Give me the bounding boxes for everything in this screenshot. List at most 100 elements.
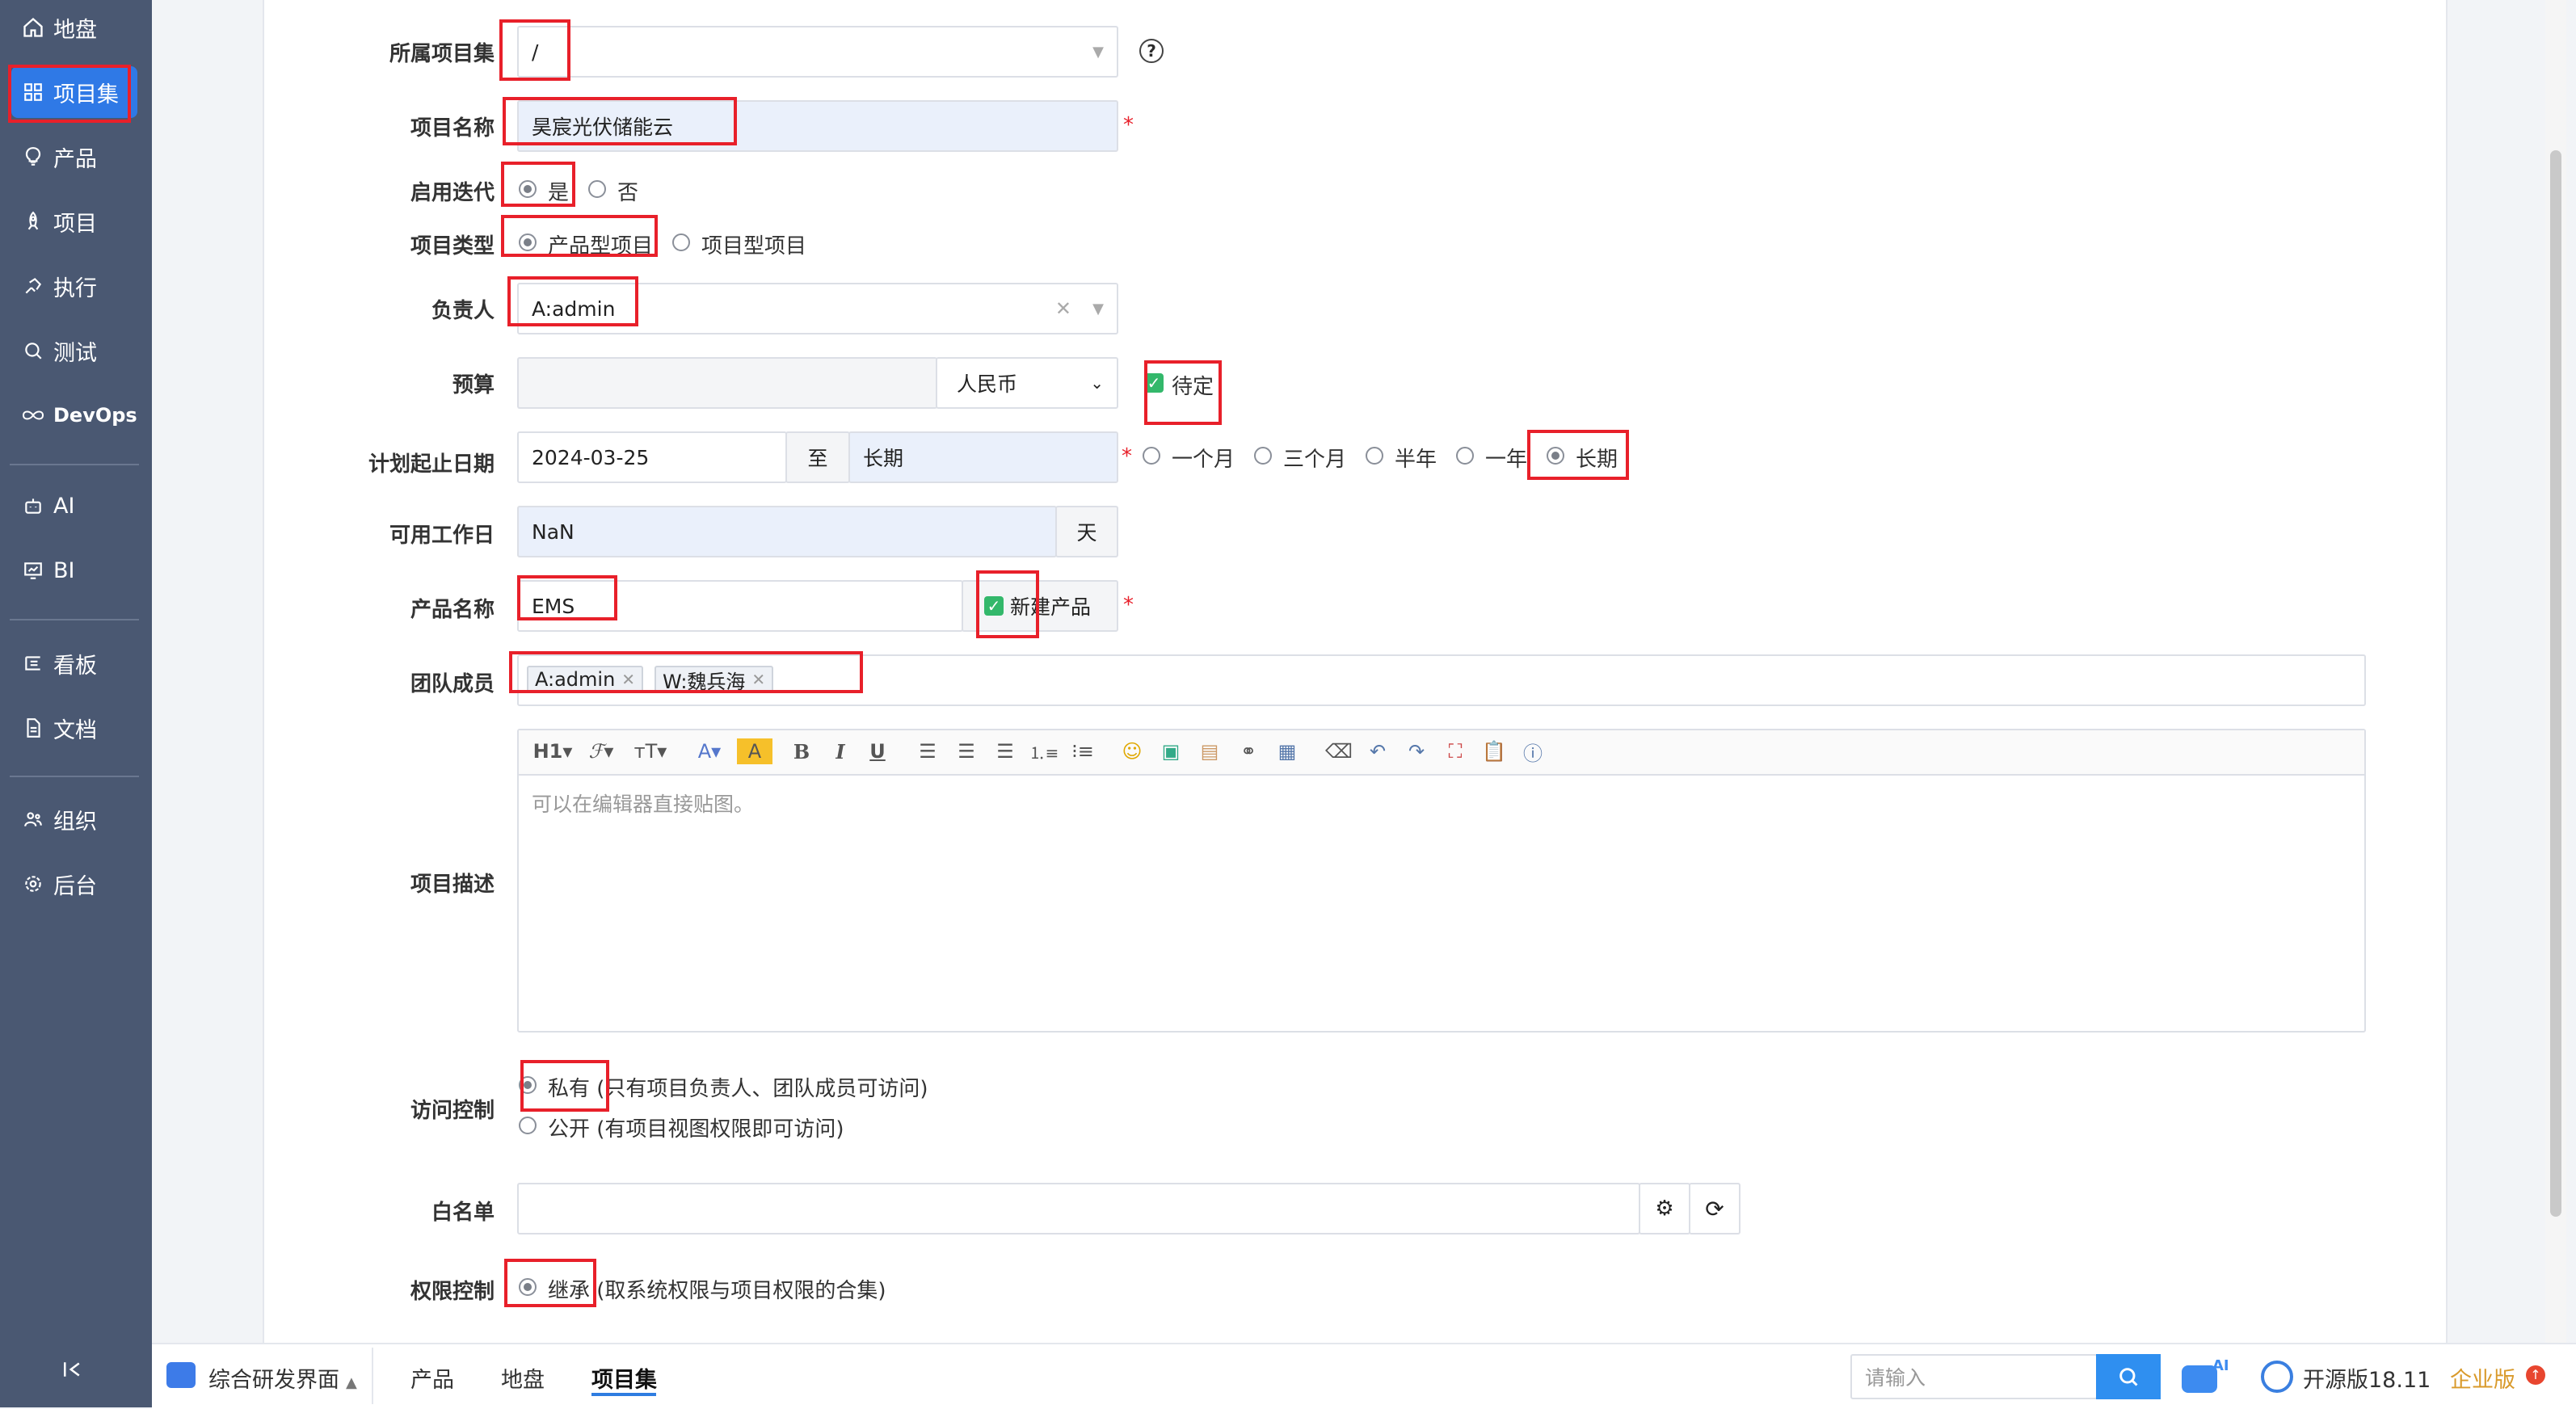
gear-icon[interactable]: ⚙ bbox=[1639, 1183, 1690, 1234]
fullscreen-icon[interactable]: ⛶ bbox=[1442, 735, 1469, 768]
sidebar-item-ai[interactable]: AI bbox=[11, 480, 137, 532]
budget-label: 预算 bbox=[452, 373, 495, 397]
member-tag[interactable]: W:魏兵海 ✕ bbox=[655, 666, 774, 693]
preset-1y-radio[interactable] bbox=[1456, 447, 1474, 465]
align-center-icon[interactable]: ☰ bbox=[952, 735, 981, 768]
preset-1m-radio[interactable] bbox=[1143, 447, 1160, 465]
sidebar-item-doc[interactable]: 文档 bbox=[11, 702, 137, 754]
sidebar-item-admin[interactable]: 后台 bbox=[11, 858, 137, 910]
sidebar-item-org[interactable]: 组织 bbox=[11, 793, 137, 845]
tab-product[interactable]: 产品 bbox=[410, 1362, 454, 1394]
workdays-unit: 天 bbox=[1055, 506, 1118, 557]
budget-input[interactable] bbox=[517, 357, 937, 409]
workspace-switcher[interactable]: 综合研发界面 ▲ bbox=[208, 1362, 357, 1394]
sidebar-divider bbox=[10, 619, 139, 620]
sidebar-item-execution[interactable]: 执行 bbox=[11, 260, 137, 312]
member-tag-label: W:魏兵海 bbox=[663, 670, 746, 693]
remove-tag-icon[interactable]: ✕ bbox=[751, 670, 765, 689]
underline-icon[interactable]: U bbox=[866, 735, 889, 768]
search-icon bbox=[19, 337, 47, 364]
tab-dashboard[interactable]: 地盘 bbox=[501, 1362, 545, 1394]
sidebar-item-devops[interactable]: DevOps bbox=[11, 389, 137, 441]
help-icon[interactable]: ? bbox=[1139, 39, 1164, 63]
sidebar-item-dashboard[interactable]: 地盘 bbox=[11, 2, 137, 53]
emoji-icon[interactable]: ☺ bbox=[1118, 735, 1146, 768]
type-project-radio[interactable] bbox=[672, 233, 690, 251]
enterprise-link[interactable]: 企业版 bbox=[2450, 1362, 2515, 1394]
redo-icon[interactable]: ↷ bbox=[1403, 735, 1430, 768]
global-search-input[interactable]: 请输入 bbox=[1850, 1354, 2098, 1399]
search-icon bbox=[2119, 1368, 2138, 1386]
search-placeholder: 请输入 bbox=[1865, 1366, 1926, 1390]
align-left-icon[interactable]: ☰ bbox=[913, 735, 942, 768]
workdays-input[interactable]: NaN bbox=[517, 506, 1057, 557]
upgrade-icon[interactable]: ↑ bbox=[2526, 1365, 2545, 1385]
start-date-input[interactable]: 2024-03-25 bbox=[517, 431, 787, 483]
whitelist-select[interactable] bbox=[517, 1183, 1640, 1234]
iteration-yes-radio[interactable] bbox=[519, 180, 537, 198]
preset-6m-radio[interactable] bbox=[1366, 447, 1383, 465]
remove-tag-icon[interactable]: ✕ bbox=[621, 670, 635, 689]
preset-long-label: 长期 bbox=[1576, 448, 1618, 472]
workspace-name: 综合研发界面 bbox=[208, 1368, 339, 1393]
sidebar-item-label: 文档 bbox=[53, 717, 97, 743]
sidebar-item-product[interactable]: 产品 bbox=[11, 131, 137, 183]
sidebar-item-programs[interactable]: 项目集 bbox=[11, 66, 137, 118]
eraser-icon[interactable]: ⌫ bbox=[1325, 735, 1353, 768]
access-private-radio[interactable] bbox=[519, 1076, 537, 1094]
preset-long-radio[interactable] bbox=[1547, 447, 1564, 465]
version-label[interactable]: 开源版18.11 bbox=[2303, 1362, 2431, 1394]
tab-programs[interactable]: 项目集 bbox=[591, 1362, 657, 1394]
acl-inherit-radio[interactable] bbox=[519, 1278, 537, 1296]
align-right-icon[interactable]: ☰ bbox=[991, 735, 1020, 768]
program-select[interactable]: / ▼ bbox=[517, 26, 1118, 78]
gear-icon bbox=[19, 870, 47, 898]
ordered-list-icon[interactable]: ⒈≡ bbox=[1029, 735, 1059, 768]
bold-icon[interactable]: B bbox=[790, 735, 813, 768]
collapse-sidebar-icon[interactable] bbox=[60, 1357, 87, 1385]
currency-value: 人民币 bbox=[957, 372, 1018, 396]
link-icon[interactable]: ⚭ bbox=[1235, 735, 1262, 768]
table-icon[interactable]: ▦ bbox=[1273, 735, 1301, 768]
italic-icon[interactable]: I bbox=[829, 735, 852, 768]
preset-3m-radio[interactable] bbox=[1254, 447, 1272, 465]
search-button[interactable] bbox=[2096, 1354, 2161, 1399]
font-size-icon[interactable]: тT▾ bbox=[630, 735, 671, 768]
description-editor[interactable]: 可以在编辑器直接贴图。 bbox=[517, 729, 2366, 1033]
type-product-radio[interactable] bbox=[519, 233, 537, 251]
heading-icon[interactable]: H1▾ bbox=[533, 735, 573, 768]
background-color-icon[interactable]: A bbox=[737, 738, 772, 764]
type-product-label: 产品型项目 bbox=[548, 234, 654, 259]
team-members-select[interactable] bbox=[517, 654, 2366, 706]
new-product-toggle[interactable]: ✓ 新建产品 bbox=[962, 580, 1118, 632]
new-product-checkbox[interactable]: ✓ bbox=[984, 596, 1004, 616]
currency-select[interactable]: 人民币 ⌄ bbox=[936, 357, 1118, 409]
owner-select[interactable]: A:admin ✕ ▼ bbox=[517, 283, 1118, 334]
clear-icon[interactable]: ✕ bbox=[1055, 297, 1071, 320]
pending-checkbox[interactable]: ✓ bbox=[1144, 373, 1164, 393]
font-color-icon[interactable]: A▾ bbox=[693, 735, 726, 768]
end-date-input[interactable]: 长期 bbox=[848, 431, 1118, 483]
scrollbar-thumb[interactable] bbox=[2550, 150, 2561, 1217]
project-name-input[interactable]: 昊宸光伏储能云 bbox=[517, 100, 1118, 152]
description-label: 项目描述 bbox=[410, 873, 495, 897]
sidebar-item-kanban[interactable]: 看板 bbox=[11, 637, 137, 689]
product-name-input[interactable]: EMS bbox=[517, 580, 963, 632]
undo-icon[interactable]: ↶ bbox=[1364, 735, 1391, 768]
flash-icon[interactable]: ▤ bbox=[1196, 735, 1223, 768]
image-icon[interactable]: ▣ bbox=[1157, 735, 1185, 768]
paste-icon[interactable]: 📋 bbox=[1480, 735, 1508, 768]
sidebar-item-test[interactable]: 测试 bbox=[11, 325, 137, 376]
member-tag[interactable]: A:admin ✕ bbox=[527, 666, 644, 693]
help-icon[interactable]: ⓘ bbox=[1519, 735, 1547, 768]
date-separator: 至 bbox=[785, 431, 850, 483]
unordered-list-icon[interactable]: ⁝≡ bbox=[1068, 735, 1097, 768]
iteration-no-radio[interactable] bbox=[588, 180, 606, 198]
sidebar-item-label: 组织 bbox=[53, 809, 97, 835]
workdays-value: NaN bbox=[532, 519, 575, 544]
sidebar-item-project[interactable]: 项目 bbox=[11, 196, 137, 247]
sidebar-item-bi[interactable]: BI bbox=[11, 545, 137, 596]
font-family-icon[interactable]: ℱ▾ bbox=[585, 735, 617, 768]
refresh-icon[interactable]: ⟳ bbox=[1689, 1183, 1740, 1234]
access-public-radio[interactable] bbox=[519, 1117, 537, 1134]
